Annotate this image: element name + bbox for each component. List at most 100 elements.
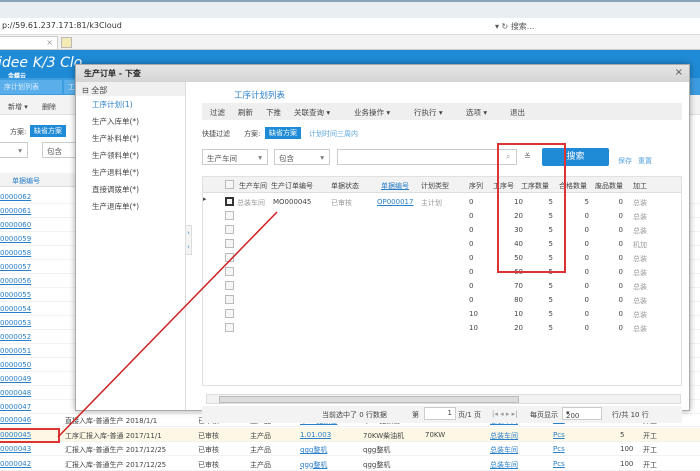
tree-item[interactable]: 生产补料单(*) [76,130,185,147]
per-page-select[interactable]: 200 ▾ [562,407,602,420]
reset-link[interactable]: 重置 [638,156,652,166]
bg-order-no[interactable]: 0000049 [0,375,31,383]
column-header[interactable]: 生产车间 [239,181,267,191]
bg-cell-ws[interactable]: 总装车间 [490,431,518,441]
column-header[interactable]: 加工 [633,181,647,191]
bg-cell-ws[interactable]: 总装车间 [490,460,518,470]
column-header[interactable]: 单据状态 [331,181,359,191]
bg-order-no[interactable]: 0000055 [0,291,31,299]
bg-order-no[interactable]: 0000057 [0,263,31,271]
row-checkbox[interactable] [225,267,234,276]
filter-field-select[interactable]: 生产车间 ▾ [202,149,268,165]
row-checkbox[interactable] [225,295,234,304]
bg-order-no[interactable]: 0000042 [0,460,31,468]
bg-cell-unit[interactable]: Pcs [553,445,565,453]
bg-order-no[interactable]: 0000053 [0,319,31,327]
row-checkbox[interactable] [225,323,234,332]
bg-filter-field[interactable]: ▾ [0,142,28,158]
toolbar-item[interactable]: 业务操作 ▾ [354,107,390,118]
select-all-checkbox[interactable] [225,180,234,189]
bg-cell-unit[interactable]: Pcs [553,431,565,439]
page-nav-buttons[interactable]: |◂ ◂ ▸ ▸| [492,410,517,418]
filter-cond-select[interactable]: 包含 ▾ [274,149,330,165]
scrollbar-thumb[interactable] [219,396,519,403]
toolbar-item[interactable]: 关联查询 ▾ [294,107,330,118]
cell-no[interactable]: OP000017 [377,198,413,206]
bg-order-no[interactable]: 0000054 [0,305,31,313]
toolbar-item[interactable]: 行执行 ▾ [414,107,443,118]
toolbar-item[interactable]: 刷新 [238,107,253,118]
browser-tab[interactable]: × [0,36,58,50]
tree-item[interactable]: 直接调拨单(*) [76,181,185,198]
save-link[interactable]: 保存 [618,156,632,166]
toolbar-item[interactable]: 选项 ▾ [466,107,487,118]
row-checkbox[interactable] [225,309,234,318]
bg-order-no[interactable]: 0000052 [0,333,31,341]
tree-item[interactable]: 生产退库单(*) [76,198,185,215]
bg-cell-code[interactable]: qgg整机 [300,460,327,470]
bg-scheme-default[interactable]: 缺省方案 [30,125,66,137]
table-row[interactable]: 0 20 5 0 0 总装 [203,209,681,223]
column-header[interactable]: 废品数量 [595,181,623,191]
tree-item[interactable]: 生产领料单(*) [76,147,185,164]
close-tab-icon[interactable]: × [46,38,53,47]
column-header[interactable]: 生产订单编号 [271,181,313,191]
scheme-default[interactable]: 缺省方案 [265,127,301,139]
tree-item[interactable]: 工序计划(1) [76,96,185,113]
bg-order-no[interactable]: 0000062 [0,193,31,201]
row-checkbox[interactable] [225,211,234,220]
bg-order-no[interactable]: 0000050 [0,361,31,369]
bg-order-no[interactable]: 0000043 [0,445,31,453]
bg-order-no[interactable]: 0000059 [0,235,31,243]
url-text[interactable]: p://59.61.237.171:81/k3Cloud [2,21,122,30]
table-row[interactable]: 0 30 5 0 0 总装 [203,223,681,237]
bg-cell-unit[interactable]: Pcs [553,460,565,468]
bg-cell-code[interactable]: qgg整机 [300,445,327,455]
address-bar[interactable]: p://59.61.237.171:81/k3Cloud ▾ ↻ 搜索... [0,18,700,35]
toolbar-item[interactable]: 退出 [510,107,525,118]
table-row[interactable]: 0 70 5 0 0 总装 [203,279,681,293]
bg-order-no[interactable]: 0000060 [0,221,31,229]
close-icon[interactable]: × [675,67,683,78]
column-header[interactable]: 计划类型 [421,181,449,191]
filter-value-input[interactable] [337,149,517,165]
bg-order-no[interactable]: 0000048 [0,389,31,397]
tab-process-plan[interactable]: 序计划列表 [0,80,62,94]
bg-order-no[interactable]: 0000058 [0,249,31,257]
new-button[interactable]: 新增 ▾ [8,102,28,112]
table-row[interactable]: ▸ 总装车间 MO000045 已审核 OP000017 主计划 0 10 5 5 0 总装 [203,195,681,209]
bg-cell-ws[interactable]: 总装车间 [490,445,518,455]
row-checkbox[interactable] [225,239,234,248]
row-checkbox[interactable] [225,253,234,262]
table-row[interactable]: 10 20 5 0 0 总装 [203,321,681,335]
table-row[interactable]: 0 50 5 0 0 总装 [203,251,681,265]
bg-cell-code[interactable]: 1.01.003 [300,431,331,439]
horizontal-scrollbar[interactable] [206,394,681,404]
column-header[interactable]: 序列 [469,181,483,191]
scheme-three-weeks[interactable]: 计划时间三周内 [309,129,358,139]
row-checkbox[interactable] [225,281,234,290]
tree-item[interactable]: 生产退料单(*) [76,164,185,181]
page-input[interactable]: 1 [424,407,456,420]
tree-item[interactable]: 生产入库单(*) [76,113,185,130]
toolbar-item[interactable]: 下推 [266,107,281,118]
bg-order-no[interactable]: 0000046 [0,416,31,424]
bg-filter-cond[interactable]: 包含 [42,142,77,158]
row-checkbox[interactable] [225,197,234,206]
toolbar-item[interactable]: 过滤 [210,107,225,118]
bg-list-row[interactable]: 0000043 汇报入库-普通生产 2017/12/25 已审核 主产品 qgg整机 qg… [0,442,700,456]
panel-toggle[interactable]: › ‹ [185,225,192,255]
bg-order-no[interactable]: 0000056 [0,277,31,285]
column-header[interactable]: 单据编号 [381,181,409,191]
table-row[interactable]: 0 80 5 0 0 总装 [203,293,681,307]
bg-order-no[interactable]: 0000061 [0,207,31,215]
table-row[interactable]: 10 10 5 0 0 总装 [203,307,681,321]
bg-list-row[interactable]: 0000045 工序汇报入库-普通 2017/11/1 已审核 主产品 1.01.003… [0,427,700,442]
bg-order-no[interactable]: 0000047 [0,403,31,411]
table-row[interactable]: 0 60 5 0 0 总装 [203,265,681,279]
bg-order-no[interactable]: 0000051 [0,347,31,355]
tree-root[interactable]: ⊟ 全部 [76,82,185,96]
browser-search[interactable]: ▾ ↻ 搜索... [495,21,534,32]
table-row[interactable]: 0 40 5 0 0 机加 [203,237,681,251]
row-checkbox[interactable] [225,225,234,234]
